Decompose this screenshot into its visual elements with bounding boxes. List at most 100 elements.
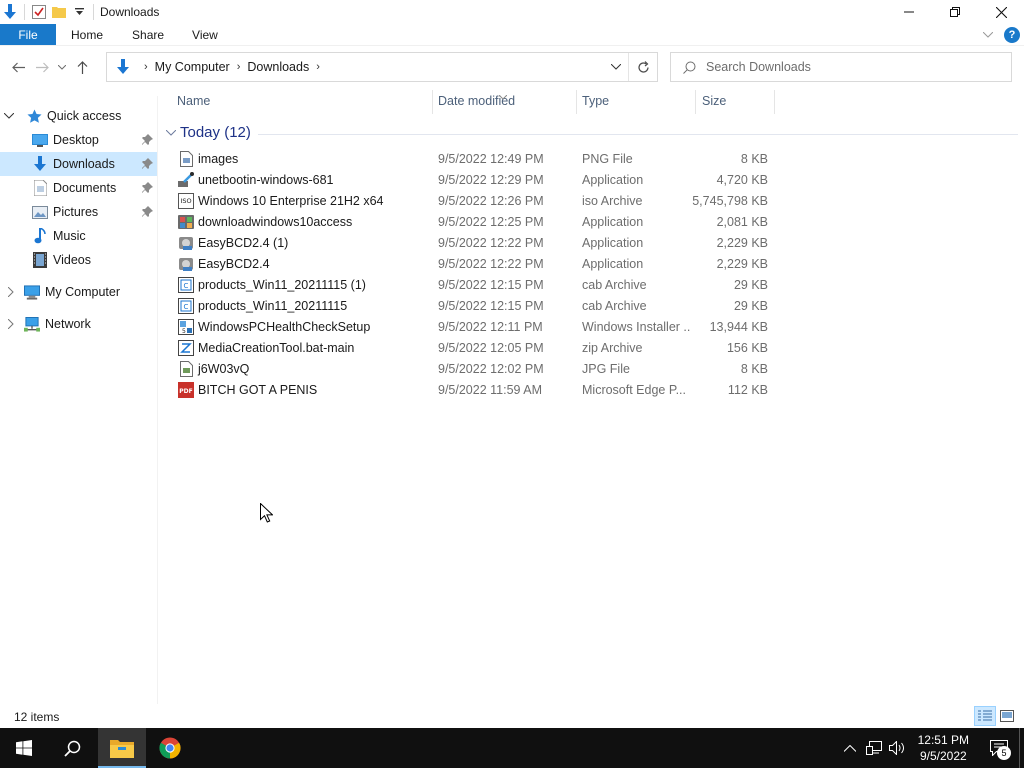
customize-toolbar-icon[interactable] [69,1,89,23]
unetbootin-app-icon [178,171,194,188]
column-divider[interactable] [774,90,775,114]
arrow-right-icon [35,62,49,72]
file-type: Microsoft Edge P... [582,382,686,397]
expand-ribbon-button[interactable] [980,32,996,38]
group-header-today[interactable]: Today (12) [166,124,251,141]
close-button[interactable] [978,0,1024,24]
action-center-button[interactable]: 5 [979,728,1019,768]
file-row[interactable]: EasyBCD2.4 (1) 9/5/2022 12:22 PM Applicati… [174,232,772,253]
chevron-down-icon [983,32,993,38]
nav-item-pictures[interactable]: Pictures [0,200,157,224]
minimize-button[interactable] [886,0,932,24]
taskbar-file-explorer[interactable] [98,728,146,768]
window-controls [886,0,1024,24]
file-date-modified: 9/5/2022 12:22 PM [438,235,544,250]
breadcrumb-my-computer[interactable]: My Computer [155,60,230,74]
show-hidden-icons-button[interactable] [838,728,862,768]
chrome-icon [159,737,181,759]
search-input[interactable]: Search Downloads [670,52,1012,82]
restore-button[interactable] [932,0,978,24]
chevron-right-icon[interactable] [6,287,16,297]
details-view-button[interactable] [974,706,996,726]
file-date-modified: 9/5/2022 11:59 AM [438,382,543,397]
pin-icon[interactable] [141,182,153,194]
address-history-button[interactable] [603,53,629,81]
pin-icon[interactable] [141,134,153,146]
nav-item-network[interactable]: Network [0,312,157,336]
nav-item-quick-access[interactable]: Quick access [0,104,157,128]
tab-file[interactable]: File [0,24,56,45]
tab-view[interactable]: View [178,24,232,45]
file-row[interactable]: downloadwindows10access 9/5/2022 12:25 PM… [174,211,772,232]
recent-locations-button[interactable] [54,53,70,81]
cab-file-icon: C [178,297,194,314]
restore-icon [950,7,960,17]
large-icons-view-button[interactable] [996,706,1018,726]
svg-text:5: 5 [182,328,186,335]
breadcrumb-downloads[interactable]: Downloads [247,60,309,74]
mouse-cursor-icon [260,503,273,523]
forward-button[interactable] [30,53,54,81]
file-row[interactable]: MediaCreationTool.bat-main 9/5/2022 12:05… [174,337,772,358]
up-button[interactable] [70,53,94,81]
breadcrumb-separator-icon: › [236,61,241,73]
file-size: 5,745,798 KB [692,193,768,208]
back-button[interactable] [6,53,30,81]
arrow-up-icon [77,60,87,74]
nav-item-videos[interactable]: Videos [0,248,157,272]
taskbar-chrome[interactable] [146,728,194,768]
large-icons-view-icon [1000,710,1014,722]
pin-icon[interactable] [141,206,153,218]
file-date-modified: 9/5/2022 12:15 PM [438,298,544,313]
file-date-modified: 9/5/2022 12:05 PM [438,340,544,355]
file-row[interactable]: unetbootin-windows-681 9/5/2022 12:29 PM A… [174,169,772,190]
start-button[interactable] [0,728,48,768]
properties-icon[interactable] [29,1,49,23]
msi-file-icon: 5 [178,318,194,335]
file-row[interactable]: Cproducts_Win11_20211115 (1) 9/5/2022 12:… [174,274,772,295]
download-arrow-icon[interactable] [0,1,20,23]
chevron-down-icon [166,129,176,136]
file-row[interactable]: 5 WindowsPCHealthCheckSetup 9/5/2022 12:11… [174,316,772,337]
volume-button[interactable] [886,728,910,768]
column-header-date[interactable]: Date modified [438,90,576,112]
chevron-right-icon[interactable] [6,319,16,329]
column-header-name[interactable]: Name [177,90,432,112]
status-bar: 12 items [0,706,1024,728]
help-button[interactable]: ? [1004,27,1020,43]
file-date-modified: 9/5/2022 12:22 PM [438,256,544,271]
taskbar-search-button[interactable] [48,728,96,768]
column-header-type[interactable]: Type [582,90,694,112]
chevron-down-icon[interactable] [4,111,14,121]
address-bar[interactable]: › My Computer › Downloads › [106,52,658,82]
pin-icon[interactable] [141,158,153,170]
svg-text:ISO: ISO [180,197,191,205]
tab-share[interactable]: Share [118,24,178,45]
file-row[interactable]: ISO Windows 10 Enterprise 21H2 x64 9/5/202… [174,190,772,211]
file-row[interactable]: EasyBCD2.4 9/5/2022 12:22 PM Application 2,… [174,253,772,274]
nav-item-label: Videos [53,253,91,267]
file-row[interactable]: PDF BITCH GOT A PENIS 9/5/2022 11:59 AM Mic… [174,379,772,400]
file-date-modified: 9/5/2022 12:11 PM [438,319,543,334]
column-divider[interactable] [576,90,577,114]
clock[interactable]: 12:51 PM 9/5/2022 [918,732,969,764]
file-name: EasyBCD2.4 (1) [198,235,289,250]
show-desktop-button[interactable] [1019,728,1024,768]
nav-item-downloads[interactable]: Downloads [0,152,157,176]
new-folder-icon[interactable] [49,1,69,23]
column-divider[interactable] [695,90,696,114]
column-divider[interactable] [432,90,433,114]
network-tray-button[interactable] [862,728,886,768]
nav-item-documents[interactable]: Documents [0,176,157,200]
nav-item-my-computer[interactable]: My Computer [0,280,157,304]
nav-item-desktop[interactable]: Desktop [0,128,157,152]
download-icon [115,59,131,75]
file-row[interactable]: Cproducts_Win11_20211115 9/5/2022 12:15 P… [174,295,772,316]
file-row[interactable]: j6W03vQ 9/5/2022 12:02 PM JPG File 8 KB [174,358,772,379]
tab-home[interactable]: Home [56,24,118,45]
column-header-size[interactable]: Size [702,90,774,112]
nav-item-music[interactable]: Music [0,224,157,248]
file-row[interactable]: images 9/5/2022 12:49 PM PNG File 8 KB [174,148,772,169]
divider [93,4,94,20]
refresh-button[interactable] [629,53,657,81]
